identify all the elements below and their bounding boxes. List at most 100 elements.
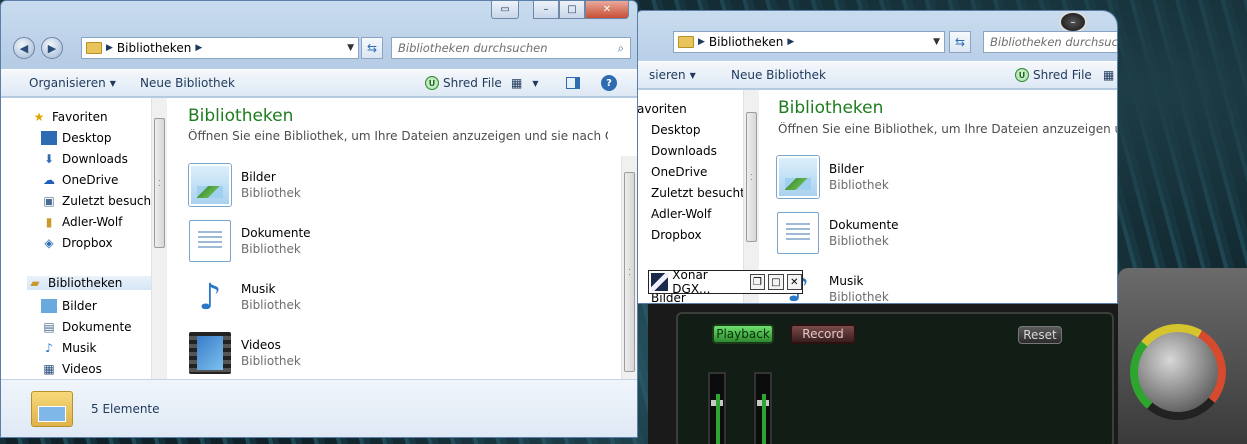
scroll-thumb[interactable] (154, 118, 165, 248)
page-title: Bibliotheken (188, 106, 294, 126)
close-button[interactable]: ✕ (786, 274, 802, 290)
slider-handle[interactable] (757, 400, 769, 406)
details-pane: 5 Elemente (1, 379, 637, 437)
nav-item-musik[interactable]: ♪ Musik (41, 341, 97, 355)
content-scrollbar[interactable] (621, 156, 637, 379)
back-button[interactable]: ◀ (13, 37, 35, 59)
nav-libraries-header[interactable]: ▰ Bibliotheken (27, 276, 151, 290)
nav-item-recent[interactable]: Zuletzt besucht (651, 186, 745, 200)
nav-label: Videos (62, 362, 102, 376)
chevron-down-icon: ▼ (689, 70, 696, 80)
search-input[interactable]: Bibliotheken durchsuchen (983, 31, 1117, 53)
window-controls: ▭ – □ ✕ (491, 1, 629, 19)
library-name: Dokumente (241, 226, 311, 240)
chevron-down-icon[interactable]: ▼ (933, 37, 940, 47)
nav-item-desktop[interactable]: Desktop (41, 131, 112, 145)
nav-item-videos[interactable]: ▦ Videos (41, 362, 102, 376)
organize-button[interactable]: sieren ▼ (649, 68, 696, 82)
nav-item-adler-wolf[interactable]: Adler-Wolf (651, 207, 711, 221)
nav-scrollbar[interactable] (151, 98, 167, 379)
library-item-dokumente[interactable]: Dokumente Bibliothek (186, 220, 311, 265)
nav-label: Musik (62, 341, 97, 355)
address-bar[interactable]: ▶ Bibliotheken ▶ ▼ (81, 37, 359, 59)
nav-favorites-header[interactable]: avoriten (637, 102, 687, 116)
library-name: Bilder (829, 162, 864, 176)
new-library-button[interactable]: Neue Bibliothek (731, 68, 826, 82)
nav-item-recent[interactable]: ▣ Zuletzt besucht (41, 194, 156, 208)
library-kind: Bibliothek (241, 354, 301, 368)
maximize-button[interactable]: □ (559, 1, 585, 19)
nav-item-adler-wolf[interactable]: ▮ Adler-Wolf (41, 215, 123, 229)
playback-button[interactable]: Playback (712, 324, 774, 344)
chevron-down-icon[interactable]: ▼ (347, 43, 354, 53)
nav-item-desktop[interactable]: Desktop (651, 123, 701, 137)
preview-pane-button[interactable] (566, 77, 580, 89)
breadcrumb[interactable]: Bibliotheken (709, 35, 783, 49)
address-bar[interactable]: ▶ Bibliotheken ▶ ▼ (673, 31, 945, 53)
documents-icon: ▤ (43, 320, 55, 334)
reset-button[interactable]: Reset (1018, 326, 1062, 344)
nav-item-downloads[interactable]: Downloads (651, 144, 717, 158)
explorer-window-front[interactable]: ▭ – □ ✕ ◀ ▶ ▶ Bibliotheken ▶ ▼ ⇆ Bibliot… (0, 0, 638, 438)
volume-slider-right[interactable] (754, 372, 772, 444)
nav-item-downloads[interactable]: ⬇ Downloads (41, 152, 128, 166)
restore-button[interactable]: ❐ (749, 274, 766, 290)
record-button[interactable]: Record (790, 324, 856, 344)
nav-item-onedrive[interactable]: ☁ OneDrive (41, 173, 118, 187)
scroll-thumb[interactable] (624, 172, 635, 372)
search-icon[interactable]: ⌕ (618, 41, 624, 56)
nav-item-bilder[interactable]: Bilder (41, 299, 97, 313)
shred-file-button[interactable]: U Shred File (425, 76, 502, 90)
breadcrumb[interactable]: Bibliotheken (117, 41, 191, 55)
nav-item-onedrive[interactable]: OneDrive (651, 165, 707, 179)
library-item-bilder[interactable]: Bilder Bibliothek (189, 164, 301, 206)
organize-label: sieren (649, 68, 686, 82)
organize-label: Organisieren (29, 76, 106, 90)
nav-label: Desktop (651, 123, 701, 137)
nav-label: Desktop (62, 131, 112, 145)
nav-item-dropbox[interactable]: ◈ Dropbox (41, 236, 112, 250)
content-area: Bibliotheken Öffnen Sie eine Bibliothek,… (169, 98, 637, 379)
scroll-thumb[interactable] (746, 112, 757, 242)
documents-icon (774, 212, 819, 257)
forward-button[interactable]: ▶ (41, 37, 63, 59)
search-input[interactable]: Bibliotheken durchsuchen ⌕ (391, 37, 631, 59)
xonar-titlebar[interactable]: Xonar DGX... ❐ □ ✕ (648, 268, 803, 296)
refresh-button[interactable]: ⇆ (949, 31, 971, 53)
nav-favorites-header[interactable]: ★ Favoriten (31, 110, 108, 124)
explorer-window-back[interactable]: – ▶ Bibliotheken ▶ ▼ ⇆ Bibliotheken durc… (636, 10, 1118, 304)
minimize-button[interactable]: – (533, 1, 559, 19)
volume-knob[interactable] (1130, 324, 1226, 420)
help-button[interactable]: ? (601, 75, 617, 91)
shred-file-button[interactable]: U Shred File (1015, 68, 1092, 82)
snap-icon[interactable]: ▭ (491, 1, 519, 19)
folder-icon (678, 36, 694, 48)
volume-slider-left[interactable] (708, 372, 726, 444)
view-options-button[interactable]: ▦ (1103, 68, 1114, 82)
nav-label: Zuletzt besucht (62, 194, 156, 208)
new-library-button[interactable]: Neue Bibliothek (140, 76, 235, 90)
chevron-right-icon: ▶ (195, 43, 203, 53)
close-button[interactable]: ✕ (585, 1, 629, 19)
nav-label: Dropbox (651, 228, 702, 242)
page-subtitle: Öffnen Sie eine Bibliothek, um Ihre Date… (778, 122, 1117, 136)
organize-button[interactable]: Organisieren ▼ (29, 76, 116, 90)
library-kind: Bibliothek (241, 242, 301, 256)
nav-item-dokumente[interactable]: ▤ Dokumente (41, 320, 131, 334)
new-library-label: Neue Bibliothek (140, 76, 235, 90)
chevron-right-icon: ▶ (106, 43, 113, 53)
chevron-down-icon: ▼ (109, 78, 116, 88)
library-item-dokumente[interactable]: Dokumente Bibliothek (774, 212, 899, 257)
view-options-button[interactable]: ▦ ▼ (511, 76, 539, 90)
refresh-button[interactable]: ⇆ (361, 37, 383, 59)
cloud-icon: ☁ (43, 173, 55, 187)
nav-label: Downloads (62, 152, 128, 166)
library-item-videos[interactable]: Videos Bibliothek (189, 332, 301, 374)
slider-handle[interactable] (711, 400, 723, 406)
maximize-button[interactable]: □ (768, 274, 784, 290)
nav-item-dropbox[interactable]: Dropbox (651, 228, 702, 242)
library-item-musik[interactable]: ♪ Musik Bibliothek (189, 276, 301, 318)
library-item-bilder[interactable]: Bilder Bibliothek (777, 156, 889, 198)
nav-label: Adler-Wolf (651, 207, 712, 221)
content-area: Bibliotheken Öffnen Sie eine Bibliothek,… (759, 90, 1117, 303)
